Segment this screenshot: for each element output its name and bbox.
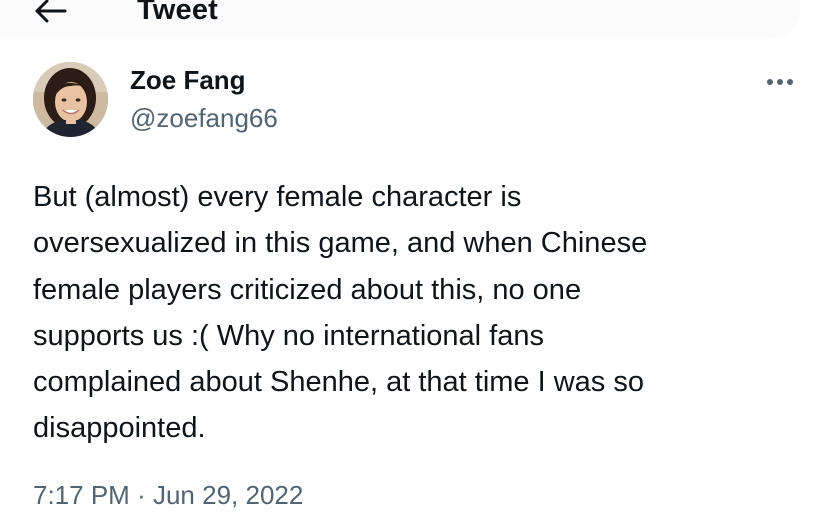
tweet-date: Jun 29, 2022 [152, 480, 304, 510]
tweet-timestamp[interactable]: 7:17 PM · Jun 29, 2022 [33, 478, 303, 512]
header-background [0, 0, 800, 38]
more-horizontal-icon[interactable] [762, 70, 798, 94]
tweet-text-line: But (almost) every female character is [33, 181, 522, 213]
tweet-text-line: complained about Shenhe, at that time I … [33, 366, 644, 399]
tweet-page: Tweet Zoe Fang @zoefang66 But (almost) e… [0, 0, 827, 527]
timestamp-separator: · [137, 480, 146, 510]
arrow-left-icon[interactable] [34, 0, 68, 24]
tweet-text-line: female players criticized about this, no… [33, 273, 582, 306]
top-bar: Tweet [0, 0, 827, 40]
author-name[interactable]: Zoe Fang [130, 64, 246, 96]
avatar[interactable] [33, 62, 108, 137]
tweet-time: 7:17 PM [33, 480, 130, 510]
tweet-text-line: oversexualized in this game, and when Ch… [33, 227, 648, 260]
page-title: Tweet [137, 0, 219, 26]
tweet-text: But (almost) every female character is o… [33, 174, 793, 452]
author-handle[interactable]: @zoefang66 [130, 102, 278, 134]
avatar-photo [33, 62, 108, 137]
tweet-text-line: disappointed. [33, 412, 206, 445]
tweet-text-line: supports us :( Why no international fans [33, 319, 544, 352]
